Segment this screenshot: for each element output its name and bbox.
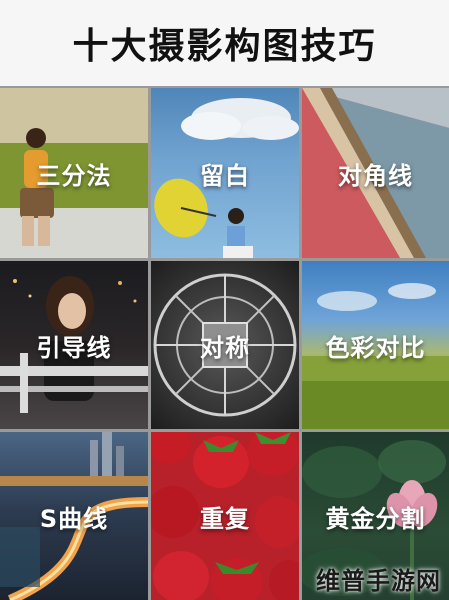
tile-label: 色彩对比 [325, 333, 426, 362]
page-title: 十大摄影构图技巧 [72, 26, 377, 67]
tile-color-contrast[interactable]: 色彩对比 [302, 261, 449, 429]
tile-label: 引导线 [36, 333, 112, 362]
tile-label: 对角线 [338, 161, 413, 190]
page: 十大摄影构图技巧 三分法 留白 对角线 引导线 对称 色彩对比 S曲线 重复 黄… [0, 0, 449, 600]
tile-symmetry[interactable]: 对称 [151, 261, 299, 429]
tile-diagonal[interactable]: 对角线 [302, 88, 449, 258]
tile-label: 重复 [200, 504, 250, 533]
tile-label: 对称 [200, 333, 250, 362]
tile-s-curve[interactable]: S曲线 [0, 432, 148, 600]
tile-leading-lines[interactable]: 引导线 [0, 261, 148, 429]
tile-rule-of-thirds[interactable]: 三分法 [0, 88, 148, 258]
tile-repetition[interactable]: 重复 [151, 432, 299, 600]
composition-grid: 三分法 留白 对角线 引导线 对称 色彩对比 S曲线 重复 黄金分割 [0, 86, 449, 600]
header: 十大摄影构图技巧 [0, 0, 449, 86]
tile-label: 三分法 [36, 161, 112, 190]
watermark-text: 维普手游网 [316, 567, 441, 595]
tile-label: S曲线 [39, 504, 109, 533]
tile-label: 留白 [200, 161, 250, 190]
tile-negative-space[interactable]: 留白 [151, 88, 299, 258]
tile-label: 黄金分割 [325, 504, 426, 533]
